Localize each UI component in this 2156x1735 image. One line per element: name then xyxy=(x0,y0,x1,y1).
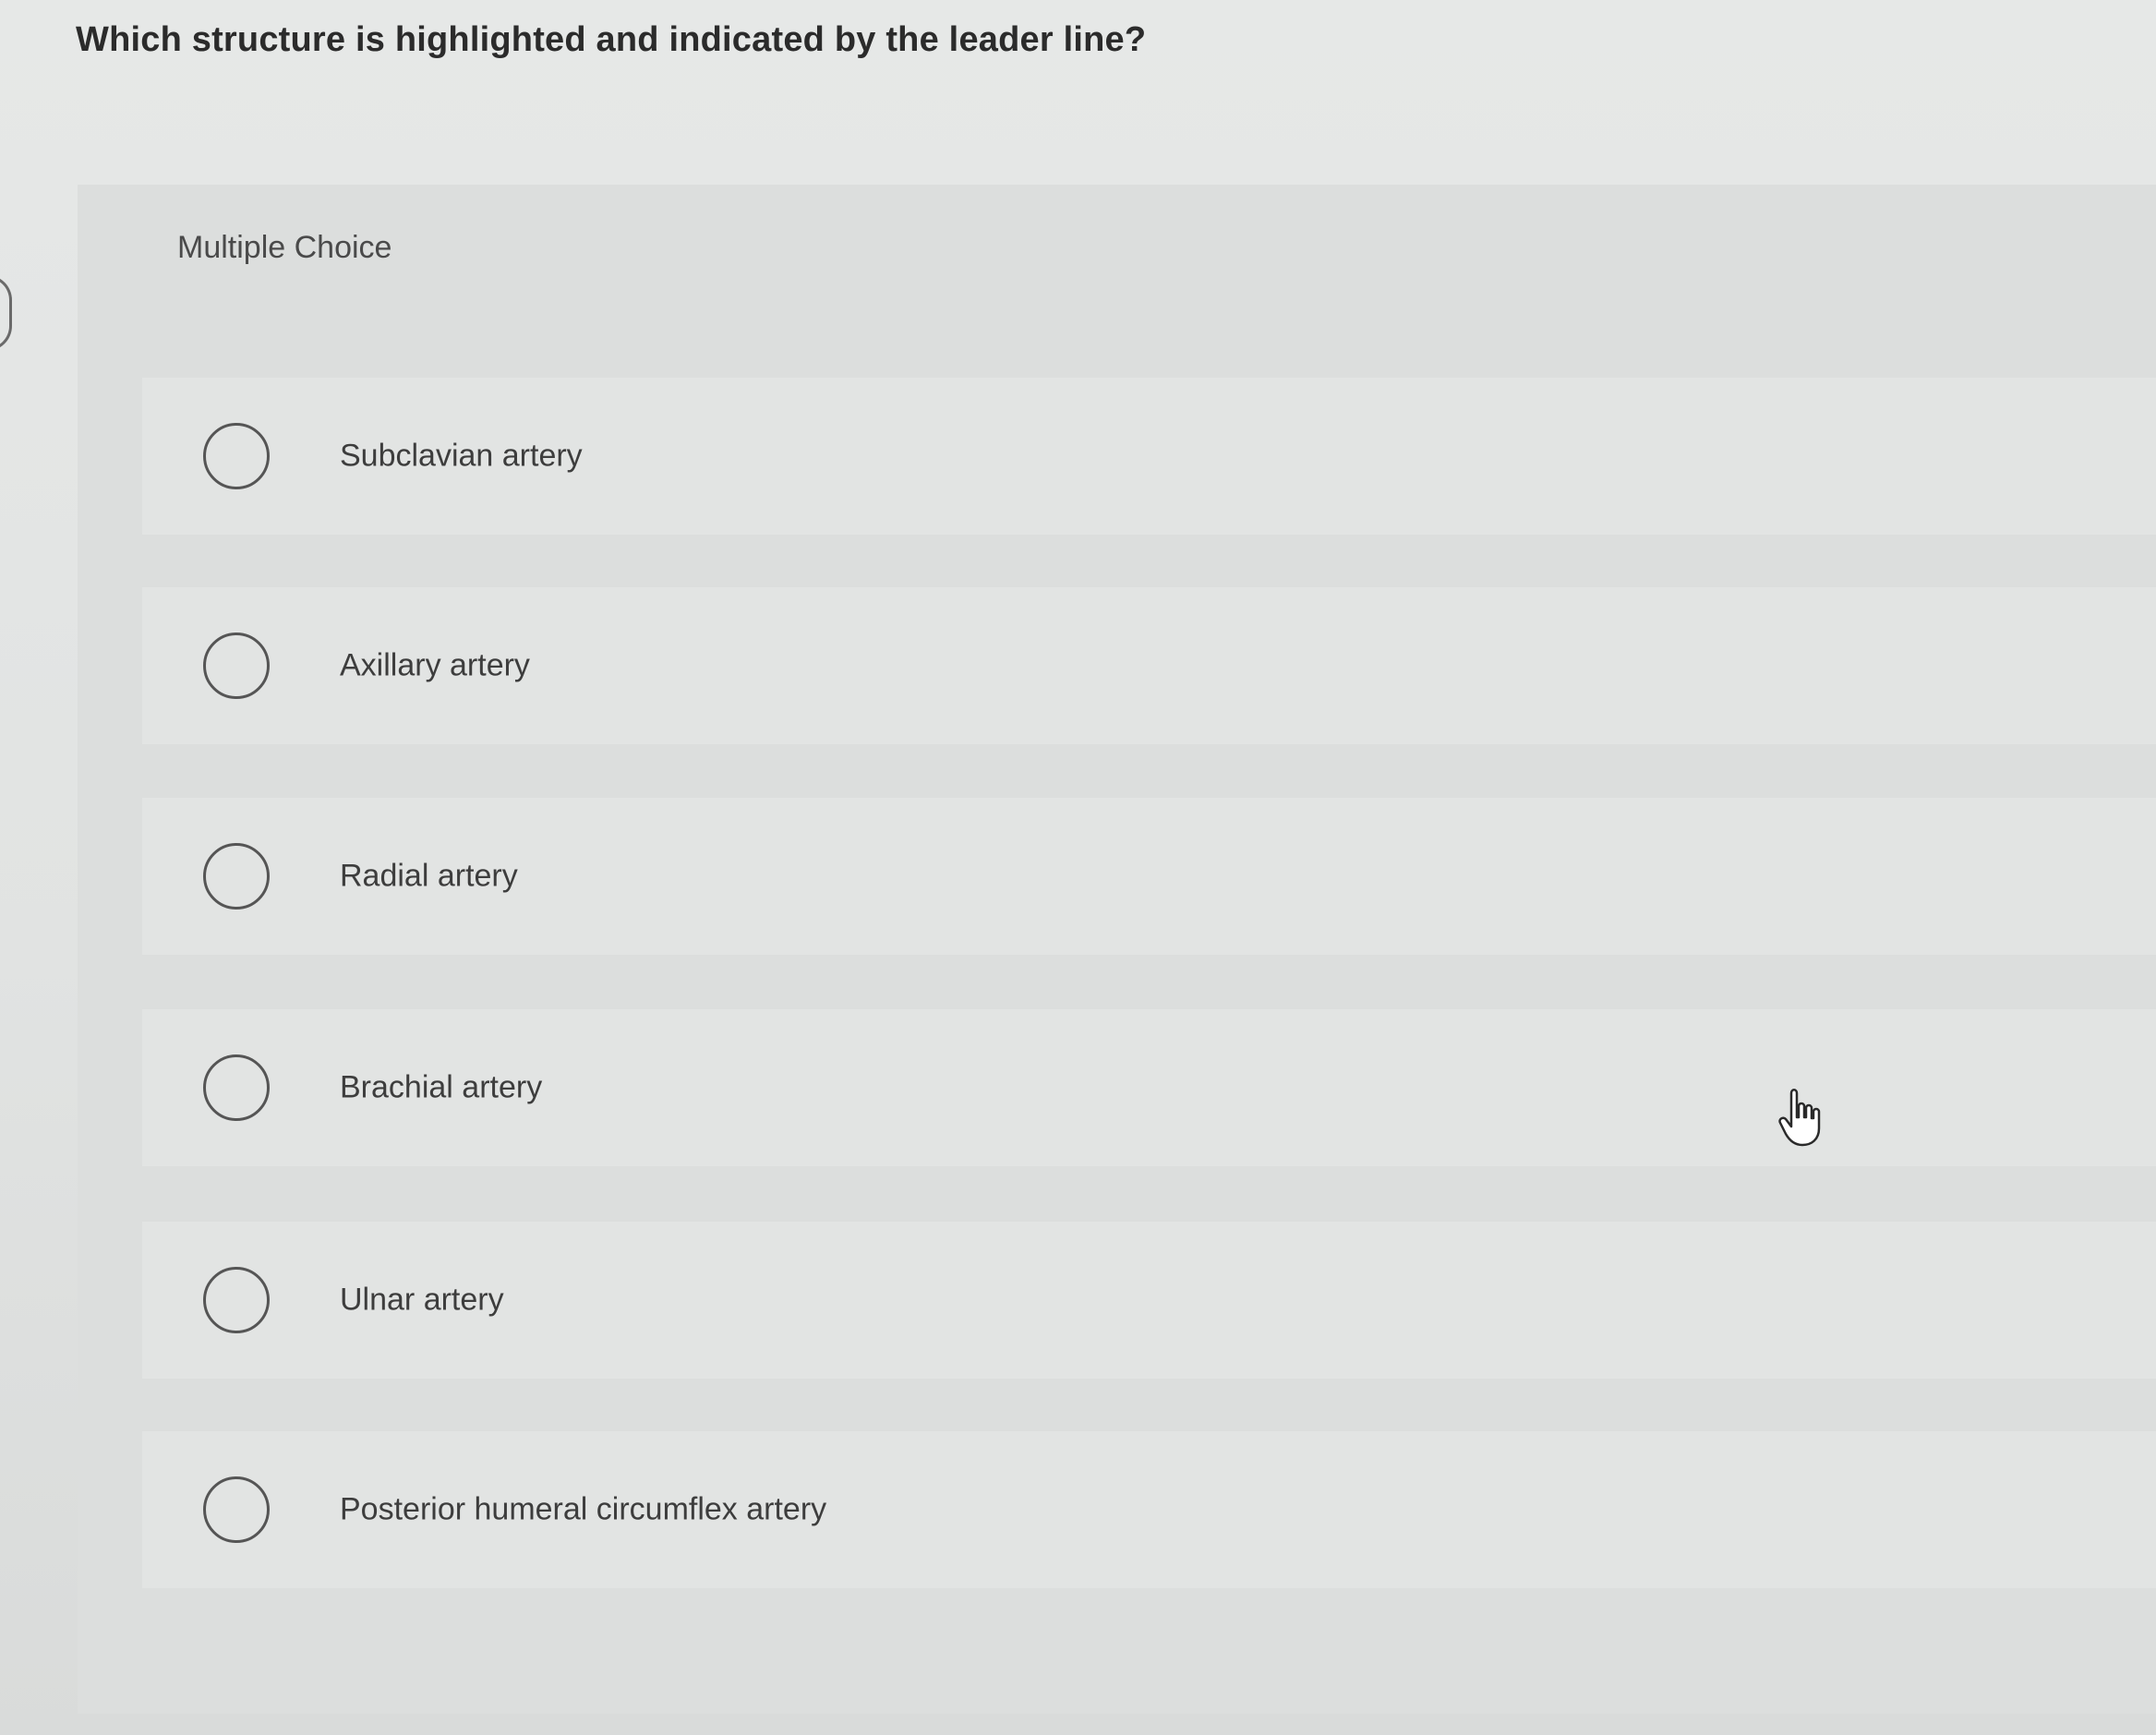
left-edge-bracket xyxy=(0,275,12,351)
option-row-3[interactable]: Radial artery xyxy=(142,798,2156,955)
option-label[interactable]: Radial artery xyxy=(340,859,518,895)
radio-button[interactable] xyxy=(203,1054,270,1121)
radio-button[interactable] xyxy=(203,843,270,910)
option-row-4[interactable]: Brachial artery xyxy=(142,1009,2156,1166)
radio-button[interactable] xyxy=(203,1476,270,1543)
section-label: Multiple Choice xyxy=(177,230,392,265)
option-row-1[interactable]: Subclavian artery xyxy=(142,378,2156,535)
option-row-6[interactable]: Posterior humeral circumflex artery xyxy=(142,1431,2156,1588)
option-label[interactable]: Axillary artery xyxy=(340,648,530,684)
radio-button[interactable] xyxy=(203,633,270,699)
option-label[interactable]: Subclavian artery xyxy=(340,439,583,475)
radio-button[interactable] xyxy=(203,1267,270,1333)
question-text: Which structure is highlighted and indic… xyxy=(76,20,1147,59)
option-label[interactable]: Brachial artery xyxy=(340,1070,542,1106)
option-label[interactable]: Posterior humeral circumflex artery xyxy=(340,1492,826,1528)
option-label[interactable]: Ulnar artery xyxy=(340,1283,504,1319)
option-row-5[interactable]: Ulnar artery xyxy=(142,1222,2156,1379)
radio-button[interactable] xyxy=(203,423,270,489)
hand-pointer-icon xyxy=(1778,1086,1830,1149)
option-row-2[interactable]: Axillary artery xyxy=(142,587,2156,744)
